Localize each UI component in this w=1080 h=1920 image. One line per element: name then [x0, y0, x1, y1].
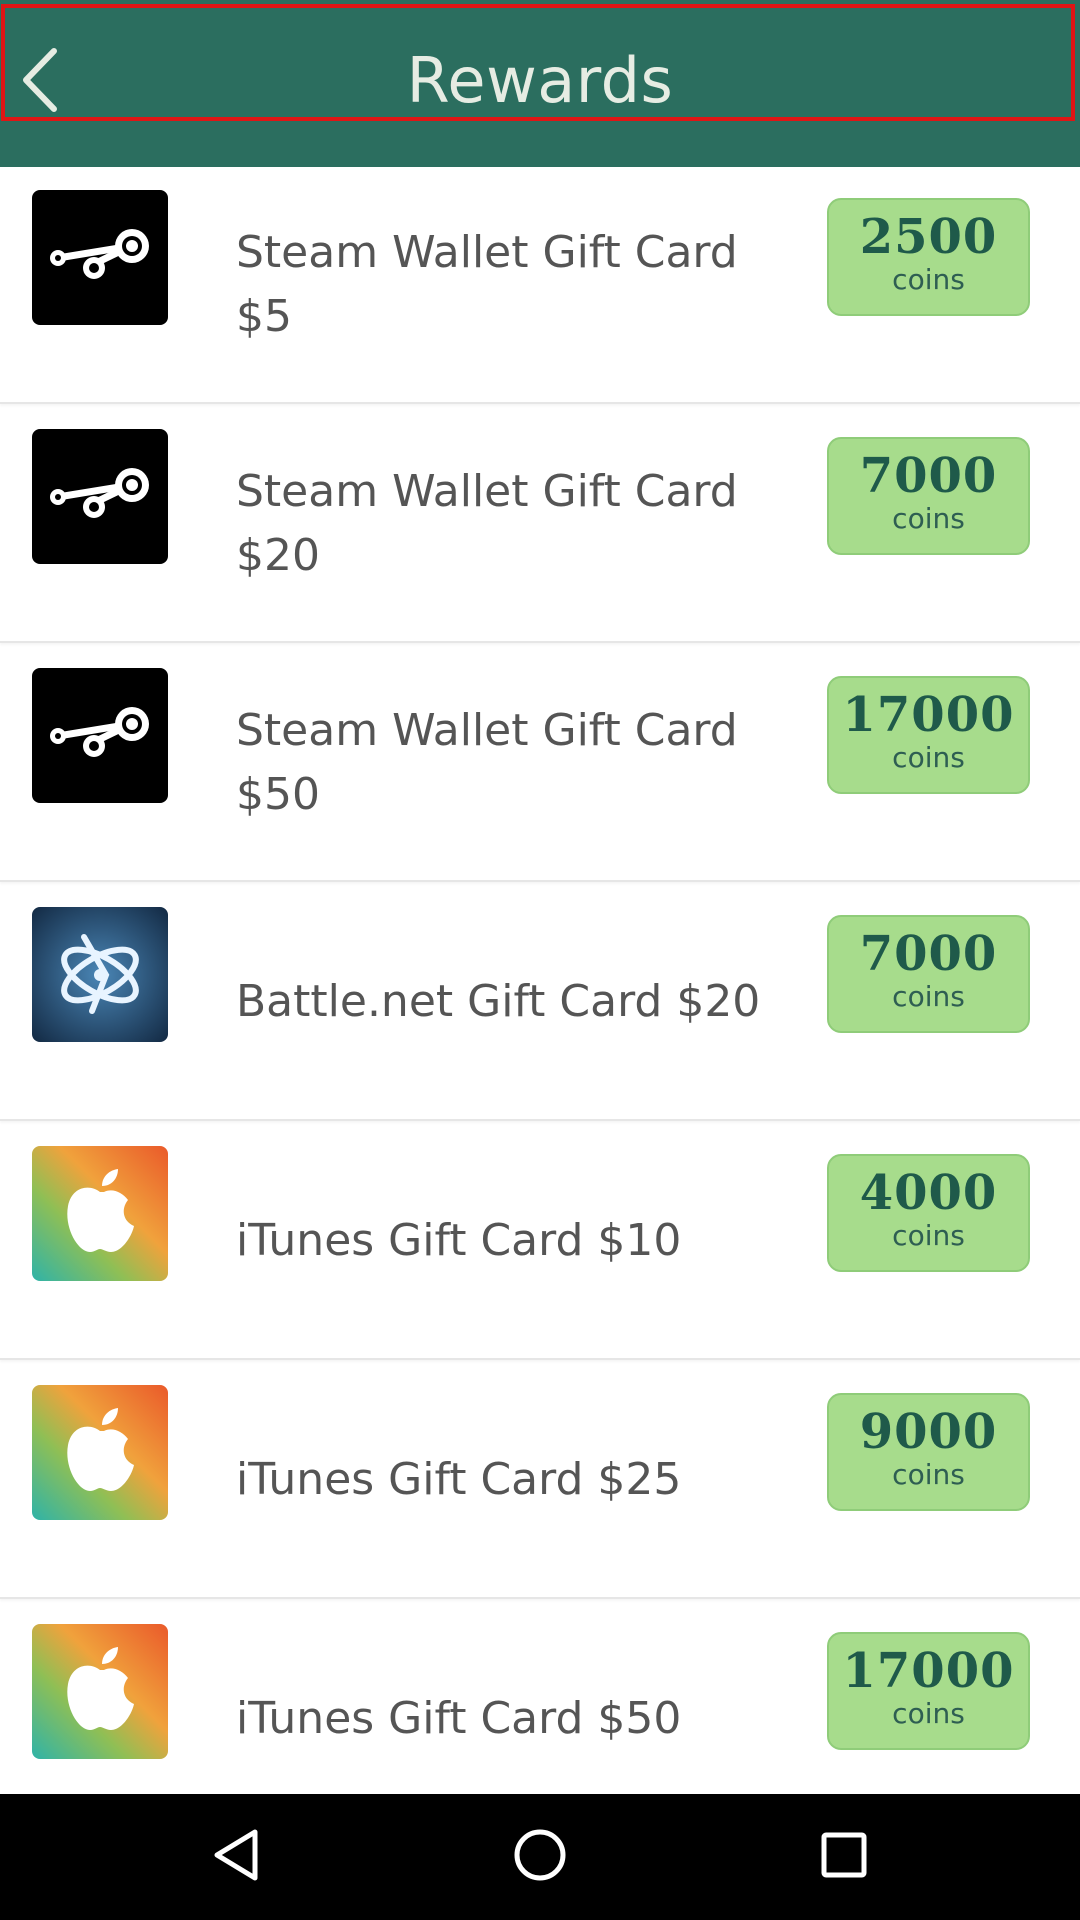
reward-row[interactable]: Steam Wallet Gift Card $50 17000 coins [0, 645, 1080, 882]
rewards-screen: Rewards Steam Wallet Gift Card $5 2500 c… [0, 0, 1080, 1920]
reward-title: iTunes Gift Card $25 [236, 1453, 682, 1505]
reward-title: Steam Wallet Gift Card $20 [236, 465, 738, 581]
system-nav-bar [0, 1794, 1080, 1920]
reward-title: Battle.net Gift Card $20 [236, 975, 761, 1027]
apple-icon [32, 1146, 168, 1281]
nav-back-button[interactable] [196, 1824, 276, 1890]
nav-recents-button[interactable] [804, 1824, 884, 1890]
price-unit: coins [892, 1697, 965, 1730]
reward-row[interactable]: Steam Wallet Gift Card $5 2500 coins [0, 167, 1080, 404]
price-button[interactable]: 17000 coins [827, 676, 1030, 794]
price-unit: coins [892, 980, 965, 1013]
price-button[interactable]: 7000 coins [827, 437, 1030, 555]
price-unit: coins [892, 263, 965, 296]
app-header: Rewards [0, 0, 1080, 167]
rewards-list: Steam Wallet Gift Card $5 2500 coins Ste… [0, 167, 1080, 1840]
reward-row[interactable]: iTunes Gift Card $10 4000 coins [0, 1123, 1080, 1360]
price-button[interactable]: 4000 coins [827, 1154, 1030, 1272]
nav-home-icon [512, 1827, 568, 1887]
price-amount: 17000 [842, 687, 1015, 743]
price-button[interactable]: 9000 coins [827, 1393, 1030, 1511]
steam-icon [32, 429, 168, 564]
price-amount: 2500 [859, 209, 998, 265]
nav-back-icon [211, 1828, 261, 1886]
price-unit: coins [892, 1458, 965, 1491]
reward-row[interactable]: iTunes Gift Card $25 9000 coins [0, 1362, 1080, 1599]
price-amount: 4000 [859, 1165, 998, 1221]
reward-row[interactable]: Battle.net Gift Card $20 7000 coins [0, 884, 1080, 1121]
price-unit: coins [892, 502, 965, 535]
price-unit: coins [892, 741, 965, 774]
price-button[interactable]: 17000 coins [827, 1632, 1030, 1750]
steam-icon [32, 668, 168, 803]
apple-icon [32, 1385, 168, 1520]
reward-row[interactable]: Steam Wallet Gift Card $20 7000 coins [0, 406, 1080, 643]
price-amount: 17000 [842, 1643, 1015, 1699]
nav-recents-icon [819, 1830, 869, 1884]
steam-icon [32, 190, 168, 325]
nav-home-button[interactable] [500, 1824, 580, 1890]
price-amount: 9000 [859, 1404, 998, 1460]
battlenet-icon [32, 907, 168, 1042]
page-title: Rewards [406, 44, 674, 117]
price-amount: 7000 [859, 448, 998, 504]
reward-title: Steam Wallet Gift Card $50 [236, 704, 738, 820]
price-amount: 7000 [859, 926, 998, 982]
price-unit: coins [892, 1219, 965, 1252]
apple-icon [32, 1624, 168, 1759]
reward-title: iTunes Gift Card $10 [236, 1214, 682, 1266]
price-button[interactable]: 7000 coins [827, 915, 1030, 1033]
reward-title: Steam Wallet Gift Card $5 [236, 226, 738, 342]
price-button[interactable]: 2500 coins [827, 198, 1030, 316]
